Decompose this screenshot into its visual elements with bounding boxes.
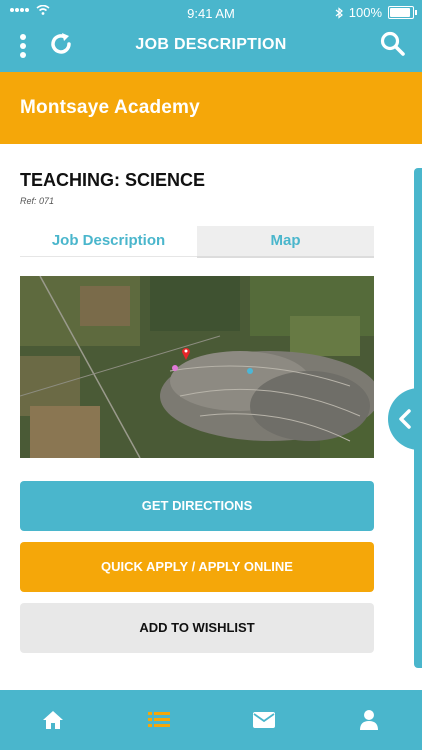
status-right: 100%: [335, 5, 417, 20]
nav-home[interactable]: [23, 690, 83, 750]
job-ref: Ref: 071: [20, 196, 55, 206]
tab-map[interactable]: Map: [197, 226, 374, 258]
bottom-nav: [0, 690, 422, 750]
battery-fill: [390, 8, 410, 17]
map-view[interactable]: [20, 276, 374, 458]
status-bar: 9:41 AM 100%: [0, 0, 422, 26]
bluetooth-icon: [335, 6, 343, 19]
school-banner: Montsaye Academy: [0, 72, 422, 144]
nav-mail[interactable]: [234, 690, 294, 750]
get-directions-button[interactable]: GET DIRECTIONS: [20, 481, 374, 531]
map-pin-icon[interactable]: [181, 346, 191, 360]
tab-job-description[interactable]: Job Description: [20, 226, 197, 257]
app-header: 9:41 AM 100% JOB DESCRIPTION: [0, 0, 422, 72]
job-title: TEACHING: SCIENCE: [20, 170, 206, 190]
satellite-map-image: [20, 276, 374, 458]
nav-profile[interactable]: [339, 690, 399, 750]
school-name: Montsaye Academy: [20, 97, 200, 118]
search-icon[interactable]: [380, 31, 406, 57]
apply-online-button[interactable]: QUICK APPLY / APPLY ONLINE: [20, 542, 374, 592]
nav-row: JOB DESCRIPTION: [0, 28, 422, 68]
list-icon: [148, 712, 170, 727]
mail-icon: [253, 712, 275, 728]
battery-percent: 100%: [348, 5, 382, 20]
profile-icon: [360, 710, 378, 730]
add-to-wishlist-button[interactable]: ADD TO WISHLIST: [20, 603, 374, 653]
chevron-left-icon: [399, 409, 411, 429]
nav-list[interactable]: [129, 690, 189, 750]
tab-bar: Job Description Map: [20, 226, 374, 258]
home-icon: [43, 711, 63, 729]
page-title: JOB DESCRIPTION: [135, 36, 287, 53]
job-detail-panel: TEACHING: SCIENCE Ref: 071 Job Descripti…: [0, 144, 422, 690]
battery-icon: [388, 6, 417, 19]
